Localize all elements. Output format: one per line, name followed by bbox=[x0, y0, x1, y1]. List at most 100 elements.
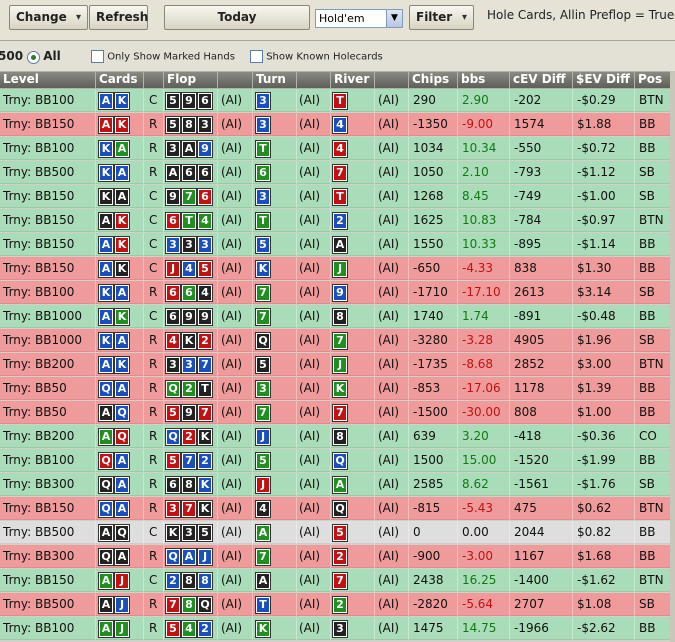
column-divider bbox=[95, 545, 96, 568]
playing-card: 7 bbox=[181, 500, 197, 518]
column-divider bbox=[217, 569, 218, 592]
game-type-select[interactable]: Hold'em ▼ bbox=[315, 9, 403, 28]
checkbox-icon bbox=[250, 50, 263, 63]
column-header-pos[interactable]: Pos bbox=[635, 72, 670, 88]
position-cell: SB bbox=[639, 189, 655, 203]
column-divider bbox=[143, 569, 144, 592]
table-row[interactable]: Trny: BB1000 K A R 4 K 2 (AI) Q (AI) 7 (AI) -3280 -3.… bbox=[0, 329, 675, 352]
table-row[interactable]: Trny: BB100 A K C 5 9 6 (AI) 3 (AI) T (AI) 290 2.90 -2… bbox=[0, 89, 675, 112]
table-row[interactable]: Trny: BB100 K A R 6 6 4 (AI) 7 (AI) 9 (AI) -1710 -17.… bbox=[0, 281, 675, 304]
playing-card: A bbox=[98, 404, 114, 422]
column-divider bbox=[634, 521, 635, 544]
column-header-level[interactable]: Level bbox=[0, 72, 95, 88]
table-row[interactable]: Trny: BB50 Q A R Q 2 T (AI) 3 (AI) K (AI) -853 -17.06… bbox=[0, 377, 675, 400]
column-divider bbox=[374, 185, 375, 208]
table-row[interactable]: Trny: BB300 Q A R 6 8 K (AI) J (AI) A (AI) 2585 8.62-… bbox=[0, 473, 675, 496]
level-cell: Trny: BB100 bbox=[3, 141, 75, 155]
column-divider bbox=[634, 137, 635, 160]
playing-card: Q bbox=[114, 524, 130, 542]
table-row[interactable]: Trny: BB100 A J R 5 4 2 (AI) K (AI) 3 (AI) 1475 14.75… bbox=[0, 617, 675, 640]
column-divider bbox=[572, 569, 573, 592]
column-divider bbox=[457, 281, 458, 304]
table-row[interactable]: Trny: BB500 K A R A 6 6 (AI) 6 (AI) 7 (AI) 1050 2.10-… bbox=[0, 161, 675, 184]
playing-card: A bbox=[165, 164, 181, 182]
column-divider bbox=[143, 209, 144, 232]
filter-button[interactable]: Filter bbox=[409, 5, 474, 30]
table-row[interactable]: Trny: BB50 A Q R 5 9 7 (AI) 7 (AI) 7 (AI) -1500 -30.0… bbox=[0, 401, 675, 424]
column-divider bbox=[634, 545, 635, 568]
column-divider bbox=[374, 569, 375, 592]
column-divider bbox=[217, 161, 218, 184]
column-header-bbs[interactable]: bbs bbox=[458, 72, 509, 88]
allin-cell: (AI) bbox=[299, 477, 321, 491]
ev-diff-cell: -$0.36 bbox=[577, 429, 616, 443]
column-header-river-ai[interactable] bbox=[375, 72, 408, 88]
table-row[interactable]: Trny: BB150 A K C 6 T 4 (AI) T (AI) 2 (AI) 1625 10.83… bbox=[0, 209, 675, 232]
today-button[interactable]: Today bbox=[164, 5, 310, 30]
allin-cell: (AI) bbox=[299, 285, 321, 299]
playing-card: A bbox=[332, 476, 348, 494]
column-header-flop-ai[interactable] bbox=[218, 72, 252, 88]
playing-card: 7 bbox=[332, 164, 348, 182]
bbs-cell: 3.20 bbox=[462, 429, 489, 443]
table-row[interactable]: Trny: BB200 A K R 3 3 7 (AI) 5 (AI) J (AI) -1735 -8.6… bbox=[0, 353, 675, 376]
column-divider bbox=[457, 377, 458, 400]
column-header-river[interactable]: River bbox=[331, 72, 374, 88]
cev-diff-cell: 475 bbox=[514, 501, 537, 515]
playing-card: 7 bbox=[197, 404, 213, 422]
bbs-cell: 10.33 bbox=[462, 237, 497, 251]
playing-card: 3 bbox=[181, 524, 197, 542]
playing-card: 8 bbox=[181, 116, 197, 134]
column-header-turn-ai[interactable] bbox=[297, 72, 330, 88]
table-row[interactable]: Trny: BB300 Q A R Q A J (AI) 7 (AI) 2 (AI) -900 -3.00… bbox=[0, 545, 675, 568]
playing-card: A bbox=[114, 548, 130, 566]
table-row[interactable]: Trny: BB150 A K R 5 8 3 (AI) 3 (AI) 4 (AI) -1350 -9.0… bbox=[0, 113, 675, 136]
column-header-cev-diff[interactable]: cEV Diff bbox=[510, 72, 572, 88]
playing-card: K bbox=[114, 92, 130, 110]
table-row[interactable]: Trny: BB500 A Q C K 3 5 (AI) A (AI) 5 (AI) 0 0.00 2044… bbox=[0, 521, 675, 544]
known-holecards-checkbox[interactable]: Show Known Holecards bbox=[250, 50, 383, 63]
change-button[interactable]: Change bbox=[9, 5, 88, 30]
playing-card: 2 bbox=[181, 380, 197, 398]
table-row[interactable]: Trny: BB500 A J R 7 8 Q (AI) T (AI) 2 (AI) -2820 -5.6… bbox=[0, 593, 675, 616]
column-header-cards[interactable]: Cards bbox=[96, 72, 143, 88]
column-divider bbox=[634, 593, 635, 616]
column-divider bbox=[163, 425, 164, 448]
refresh-button[interactable]: Refresh bbox=[89, 5, 148, 30]
chips-cell: 639 bbox=[413, 429, 436, 443]
allin-cell: (AI) bbox=[221, 381, 243, 395]
cev-diff-cell: -1400 bbox=[514, 573, 549, 587]
column-header-flop[interactable]: Flop bbox=[164, 72, 217, 88]
table-row[interactable]: Trny: BB1000 A K C 6 9 9 (AI) 7 (AI) 8 (AI) 1740 1.74… bbox=[0, 305, 675, 328]
column-divider bbox=[296, 497, 297, 520]
table-row[interactable]: Trny: BB200 A Q R Q 2 K (AI) J (AI) 8 (AI) 639 3.20 -4… bbox=[0, 425, 675, 448]
table-row[interactable]: Trny: BB150 K A C 9 7 6 (AI) 3 (AI) T (AI) 1268 8.45 -… bbox=[0, 185, 675, 208]
allin-cell: (AI) bbox=[378, 477, 400, 491]
vertical-scrollbar[interactable] bbox=[670, 71, 675, 642]
table-row[interactable]: Trny: BB150 Q A R 3 7 K (AI) 4 (AI) Q (AI) -815 -5.43… bbox=[0, 497, 675, 520]
cev-diff-cell: -895 bbox=[514, 237, 542, 251]
allin-cell: (AI) bbox=[221, 405, 243, 419]
position-cell: BTN bbox=[639, 357, 664, 371]
column-divider bbox=[296, 449, 297, 472]
table-row[interactable]: Trny: BB150 A K C 3 3 3 (AI) 5 (AI) A (AI) 1550 10.33… bbox=[0, 233, 675, 256]
table-row[interactable]: Trny: BB150 A K C J 4 5 (AI) K (AI) J (AI) -650 -4.33… bbox=[0, 257, 675, 280]
allin-cell: (AI) bbox=[299, 453, 321, 467]
column-divider bbox=[457, 233, 458, 256]
column-divider bbox=[457, 161, 458, 184]
table-row[interactable]: Trny: BB100 Q A R 5 7 2 (AI) 5 (AI) Q (AI) 1500 15.00… bbox=[0, 449, 675, 472]
table-row[interactable]: Trny: BB150 A J C 2 8 8 (AI) A (AI) 7 (AI) 2438 16.25… bbox=[0, 569, 675, 592]
column-header-ev-diff[interactable]: $EV Diff bbox=[573, 72, 634, 88]
all-radio[interactable]: All bbox=[27, 49, 61, 64]
action-cell: R bbox=[149, 549, 158, 563]
chips-cell: -1710 bbox=[413, 285, 448, 299]
column-header-chips[interactable]: Chips bbox=[409, 72, 457, 88]
chips-cell: -1500 bbox=[413, 405, 448, 419]
marked-hands-checkbox[interactable]: Only Show Marked Hands bbox=[91, 50, 235, 63]
allin-cell: (AI) bbox=[221, 261, 243, 275]
column-header-turn[interactable]: Turn bbox=[253, 72, 296, 88]
column-header-action[interactable] bbox=[144, 72, 163, 88]
allin-cell: (AI) bbox=[378, 141, 400, 155]
allin-cell: (AI) bbox=[221, 501, 243, 515]
table-row[interactable]: Trny: BB100 K A R 3 A 9 (AI) T (AI) 4 (AI) 1034 10.34… bbox=[0, 137, 675, 160]
